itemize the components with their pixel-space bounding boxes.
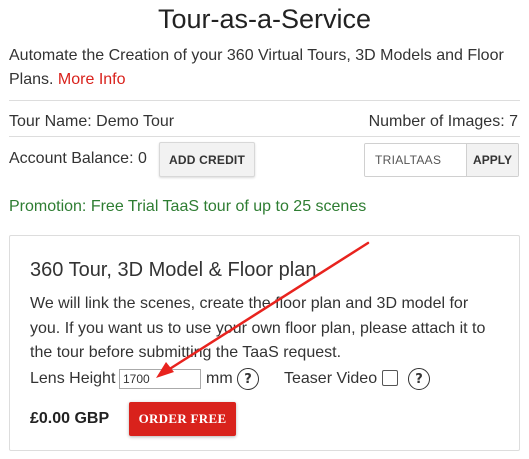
coupon-code-input[interactable] xyxy=(365,144,466,176)
product-description: We will link the scenes, create the floo… xyxy=(30,295,486,361)
more-info-link[interactable]: More Info xyxy=(58,71,126,88)
add-credit-button[interactable]: ADD CREDIT xyxy=(159,142,255,177)
teaser-video-help-icon[interactable]: ? xyxy=(408,368,430,390)
teaser-video-checkbox[interactable] xyxy=(382,370,398,386)
number-of-images: Number of Images: 7 xyxy=(368,113,518,130)
price-label: £0.00 GBP xyxy=(30,410,110,427)
divider-middle xyxy=(9,136,520,137)
divider-top xyxy=(9,100,520,101)
tour-name: Tour Name: Demo Tour xyxy=(9,113,175,130)
lens-unit-label: mm xyxy=(206,370,233,387)
page-title: Tour-as-a-Service xyxy=(157,4,372,34)
product-title: 360 Tour, 3D Model & Floor plan xyxy=(30,259,317,281)
coupon-group: APPLY xyxy=(364,143,519,177)
teaser-video-label: Teaser Video xyxy=(284,370,378,387)
lens-height-help-icon[interactable]: ? xyxy=(237,368,259,390)
account-balance: Account Balance: 0 xyxy=(9,150,147,167)
promotion-text: Promotion: Free Trial TaaS tour of up to… xyxy=(9,198,367,215)
lens-height-input[interactable] xyxy=(119,369,201,389)
lens-height-label: Lens Height xyxy=(30,370,116,387)
intro-text: Automate the Creation of your 360 Virtua… xyxy=(9,44,519,92)
order-free-button[interactable]: ORDER FREE xyxy=(129,402,236,436)
apply-coupon-button[interactable]: APPLY xyxy=(466,144,518,176)
